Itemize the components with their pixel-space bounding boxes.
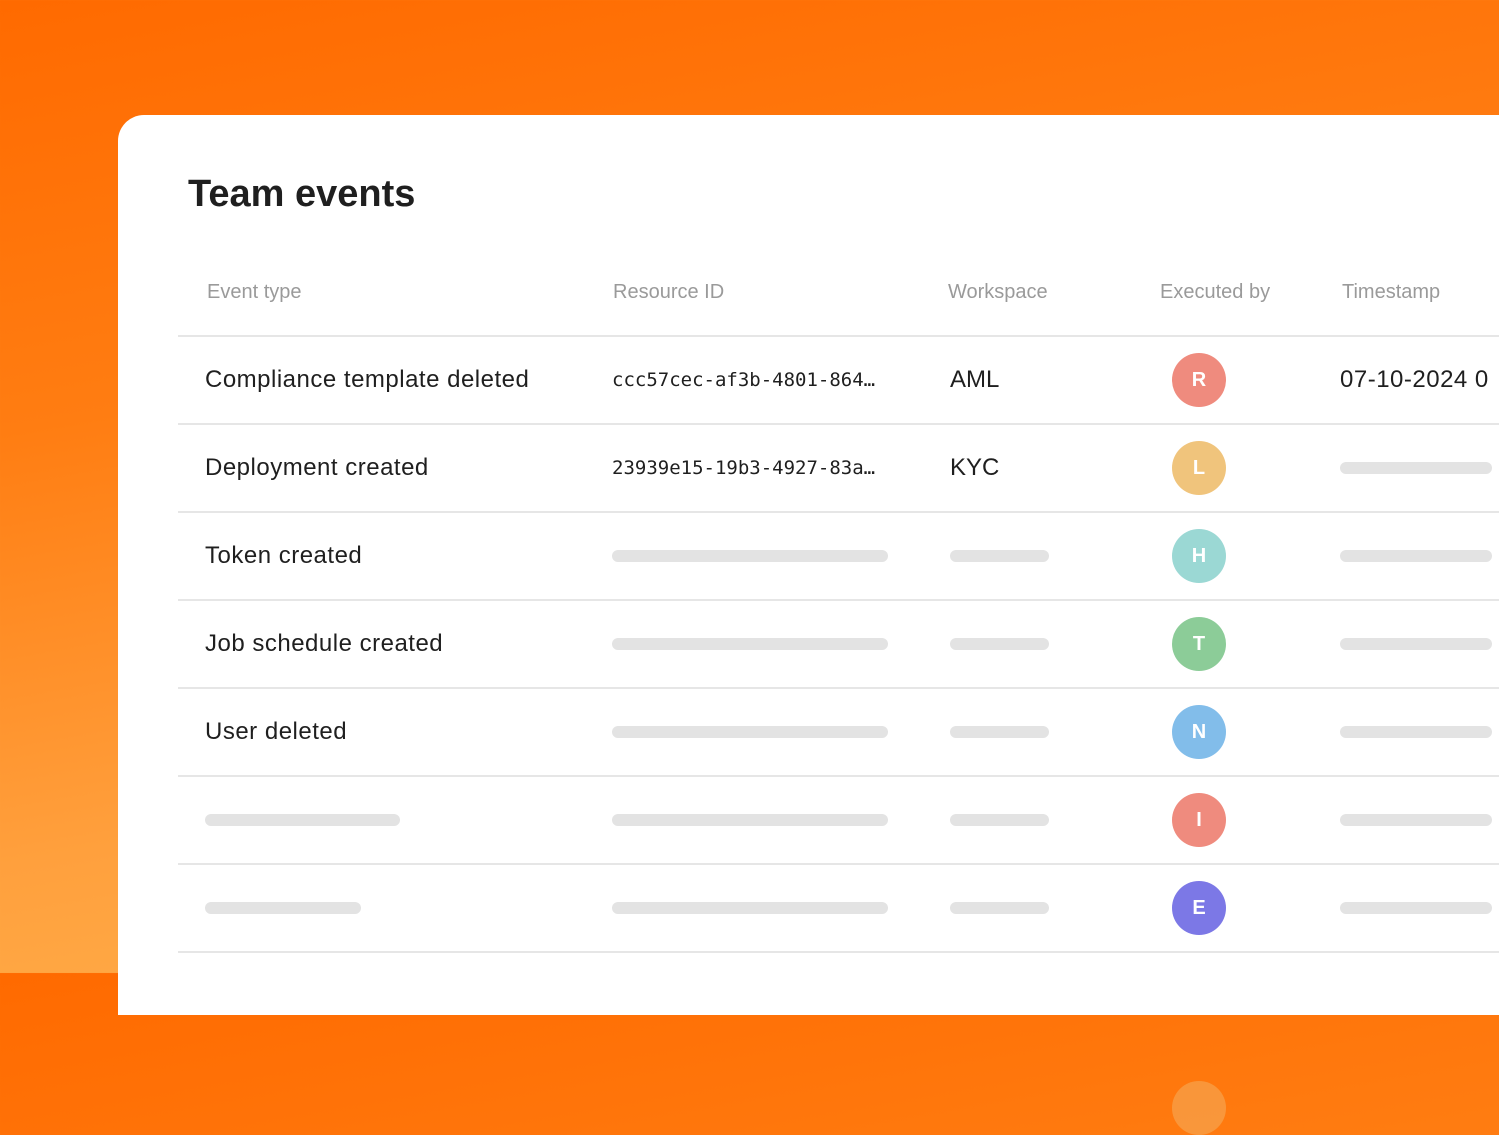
event-type-text: Job schedule created	[205, 630, 444, 657]
executed-by-cell: E	[1172, 865, 1226, 951]
workspace-cell	[950, 777, 1049, 863]
executed-by-cell: R	[1172, 337, 1226, 423]
resource-id-placeholder	[612, 726, 888, 738]
resource-id-placeholder	[612, 638, 888, 650]
resource-id-placeholder	[612, 902, 888, 914]
workspace-cell	[950, 865, 1049, 951]
resource-id-cell	[612, 865, 888, 951]
avatar[interactable]: R	[1172, 353, 1226, 407]
timestamp-cell: 07-10-2024 0	[1340, 337, 1489, 423]
resource-id-placeholder	[612, 550, 888, 562]
event-type-cell: User deleted	[205, 689, 347, 775]
event-type-text: Compliance template deleted	[205, 366, 530, 393]
timestamp-placeholder	[1340, 902, 1492, 914]
event-type-cell	[205, 777, 400, 863]
event-type-text: Token created	[205, 542, 363, 569]
table-row[interactable]: Compliance template deleted ccc57cec-af3b…	[178, 337, 1499, 425]
workspace-placeholder	[950, 638, 1049, 650]
resource-id-cell	[612, 689, 888, 775]
executed-by-cell: H	[1172, 513, 1226, 599]
page-title: Team events	[188, 173, 416, 215]
timestamp-cell	[1340, 689, 1492, 775]
resource-id-cell: 23939e15-19b3-4927-83a…	[612, 425, 875, 511]
avatar-partial	[1172, 1081, 1226, 1135]
column-header-executed-by[interactable]: Executed by	[1160, 281, 1270, 304]
workspace-placeholder	[950, 726, 1049, 738]
table-row[interactable]: I	[178, 777, 1499, 865]
workspace-placeholder	[950, 902, 1049, 914]
event-type-placeholder	[205, 902, 361, 914]
workspace-cell: KYC	[950, 425, 999, 511]
workspace-cell: AML	[950, 337, 999, 423]
timestamp-cell	[1340, 865, 1492, 951]
avatar[interactable]: E	[1172, 881, 1226, 935]
table-header: Event type Resource ID Workspace Execute…	[178, 261, 1499, 337]
event-type-cell: Compliance template deleted	[205, 337, 529, 423]
executed-by-cell: I	[1172, 777, 1226, 863]
workspace-text: KYC	[950, 454, 1000, 481]
avatar[interactable]: N	[1172, 705, 1226, 759]
column-header-timestamp[interactable]: Timestamp	[1342, 281, 1440, 304]
resource-id-cell	[612, 513, 888, 599]
timestamp-placeholder	[1340, 638, 1492, 650]
workspace-cell	[950, 689, 1049, 775]
table-row[interactable]: Token created H	[178, 513, 1499, 601]
table-row[interactable]: User deleted N	[178, 689, 1499, 777]
timestamp-cell	[1340, 777, 1492, 863]
avatar[interactable]: H	[1172, 529, 1226, 583]
executed-by-cell: N	[1172, 689, 1226, 775]
table-row[interactable]: Job schedule created T	[178, 601, 1499, 689]
avatar[interactable]: L	[1172, 441, 1226, 495]
table-row[interactable]: E	[178, 865, 1499, 953]
resource-id-cell	[612, 777, 888, 863]
table-row[interactable]: Deployment created 23939e15-19b3-4927-83a…	[178, 425, 1499, 513]
resource-id-cell	[612, 601, 888, 687]
timestamp-cell	[1340, 425, 1492, 511]
workspace-cell	[950, 601, 1049, 687]
workspace-text: AML	[950, 366, 1000, 393]
event-type-cell	[205, 865, 361, 951]
executed-by-cell: L	[1172, 425, 1226, 511]
avatar[interactable]: T	[1172, 617, 1226, 671]
timestamp-placeholder	[1340, 550, 1492, 562]
avatar[interactable]: I	[1172, 793, 1226, 847]
event-type-cell: Token created	[205, 513, 362, 599]
executed-by-cell: T	[1172, 601, 1226, 687]
team-events-panel: Team events Event type Resource ID Works…	[118, 115, 1499, 1135]
event-type-text: Deployment created	[205, 454, 429, 481]
event-type-cell: Job schedule created	[205, 601, 443, 687]
event-type-placeholder	[205, 814, 400, 826]
workspace-placeholder	[950, 814, 1049, 826]
column-header-workspace[interactable]: Workspace	[948, 281, 1048, 304]
timestamp-text: 07-10-2024 0	[1340, 366, 1489, 393]
resource-id-text: 23939e15-19b3-4927-83a…	[612, 457, 876, 479]
resource-id-placeholder	[612, 814, 888, 826]
resource-id-text: ccc57cec-af3b-4801-864…	[612, 369, 876, 391]
timestamp-placeholder	[1340, 462, 1492, 474]
event-type-text: User deleted	[205, 718, 348, 745]
resource-id-cell: ccc57cec-af3b-4801-864…	[612, 337, 875, 423]
timestamp-cell	[1340, 513, 1492, 599]
workspace-cell	[950, 513, 1049, 599]
column-header-resource-id[interactable]: Resource ID	[613, 281, 724, 304]
timestamp-cell	[1340, 601, 1492, 687]
timestamp-placeholder	[1340, 814, 1492, 826]
event-type-cell: Deployment created	[205, 425, 429, 511]
column-header-event-type[interactable]: Event type	[207, 281, 302, 304]
workspace-placeholder	[950, 550, 1049, 562]
timestamp-placeholder	[1340, 726, 1492, 738]
